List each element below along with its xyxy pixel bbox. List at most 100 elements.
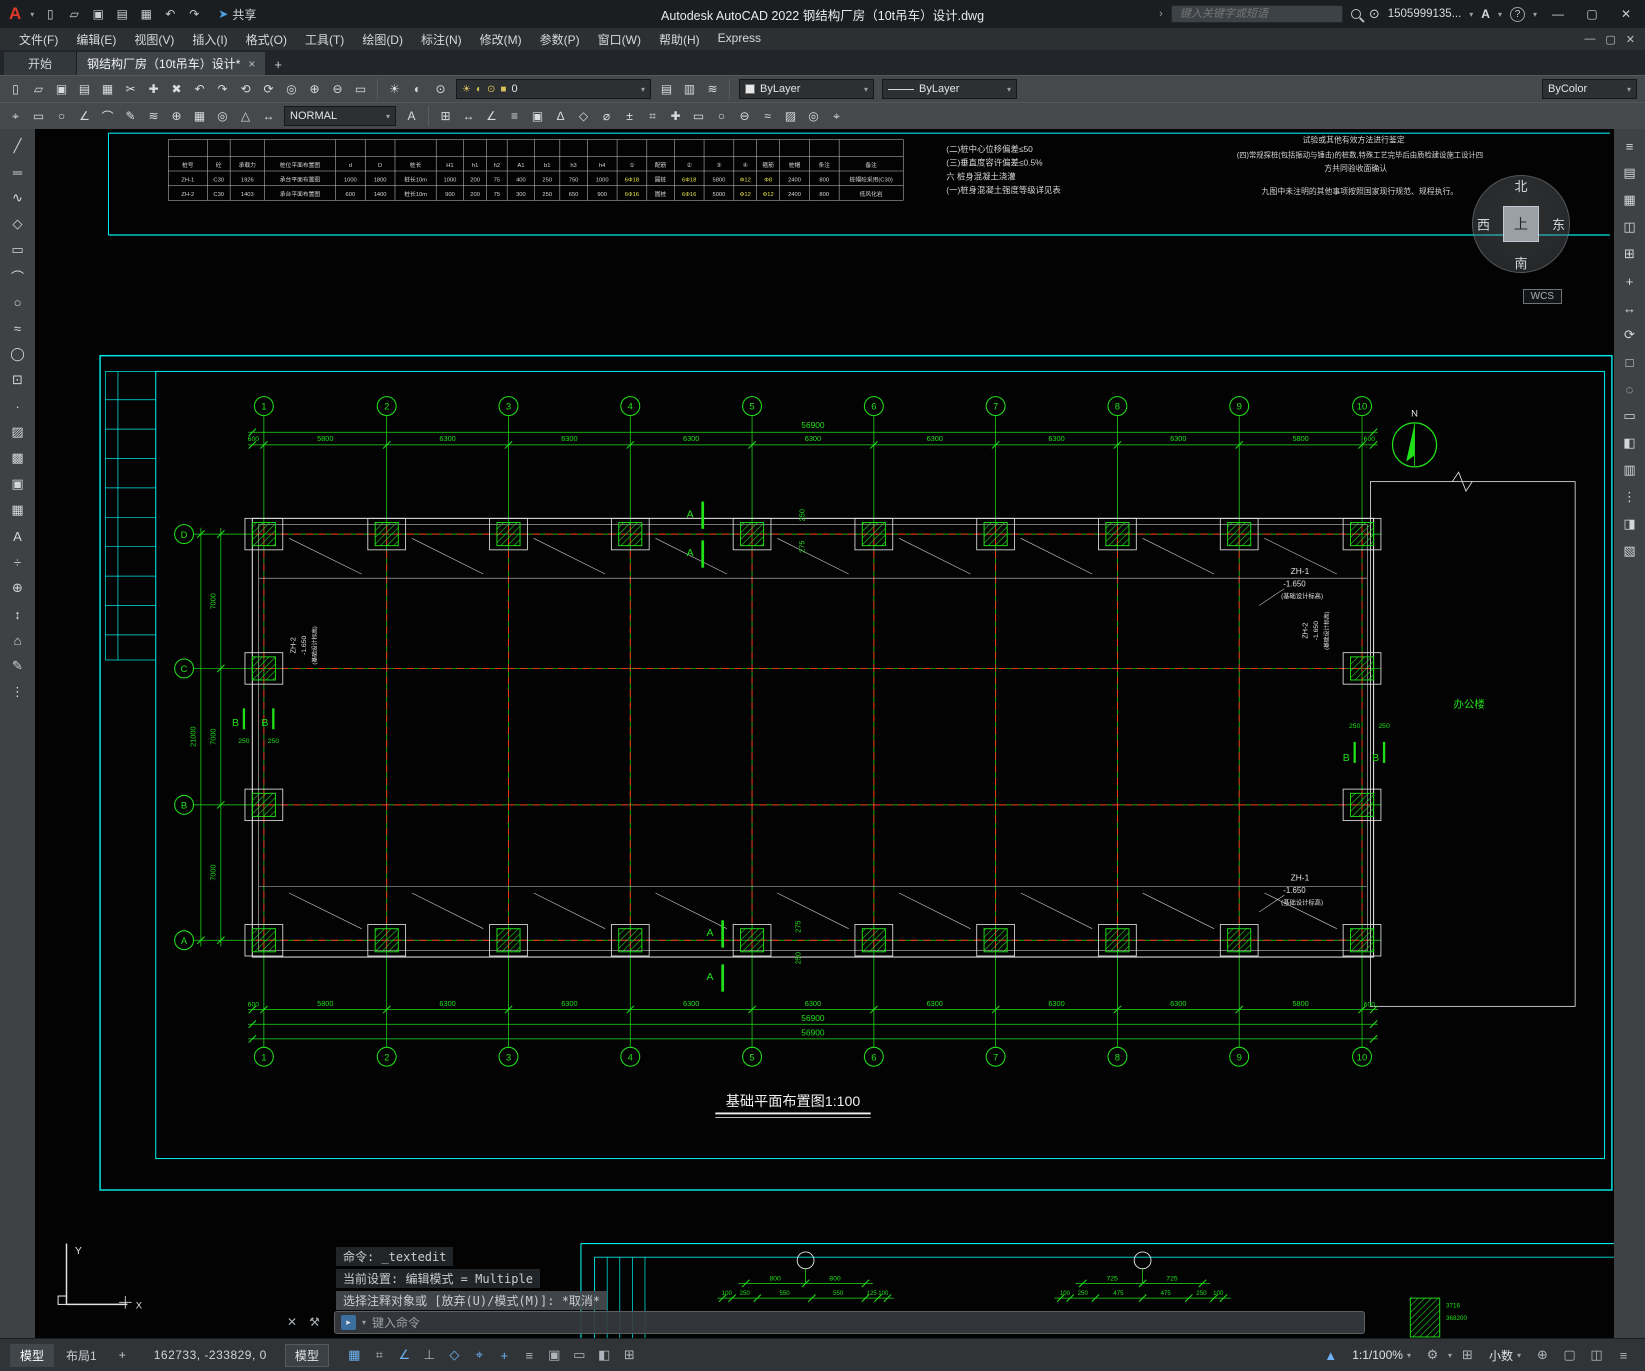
table-icon[interactable]: ▦: [189, 106, 210, 127]
polyline-tool[interactable]: ∿: [6, 187, 30, 209]
redo-icon[interactable]: ↷: [212, 79, 233, 100]
rectangle-icon[interactable]: ▭: [28, 106, 49, 127]
command-input[interactable]: ▸ ▾ 键入命令: [334, 1311, 1365, 1334]
edit-text-icon[interactable]: ✎: [120, 106, 141, 127]
arc-tool[interactable]: ⌒: [6, 265, 30, 287]
viewcube-north[interactable]: 北: [1514, 176, 1527, 195]
pan-icon[interactable]: ⟲: [235, 79, 256, 100]
xline-tool[interactable]: ═: [6, 161, 30, 183]
panel-more-icon[interactable]: ⋮: [1618, 486, 1642, 508]
menu-item-格式(O)[interactable]: 格式(O): [237, 31, 296, 48]
hatch-tool[interactable]: ▨: [6, 421, 30, 443]
workspace-panel-icon[interactable]: ◨: [1618, 513, 1642, 535]
match-properties-icon[interactable]: ≋: [702, 79, 723, 100]
snap-toggle[interactable]: ⌗: [368, 1344, 391, 1366]
dim-break-icon[interactable]: ⊖: [734, 106, 755, 127]
menu-item-编辑(E)[interactable]: 编辑(E): [67, 31, 125, 48]
autocad-logo-icon[interactable]: A: [6, 4, 24, 24]
plotstyle-combo[interactable]: ByColor ▾: [1542, 79, 1637, 99]
dynamic-input-toggle[interactable]: +: [493, 1344, 516, 1366]
doc-restore-icon[interactable]: ▢: [1605, 33, 1615, 46]
dim-circle-icon[interactable]: ○: [711, 106, 732, 127]
multileader-icon[interactable]: ≈: [757, 106, 778, 127]
workspace-switch-icon[interactable]: ⚙: [1421, 1344, 1444, 1366]
transparency-toggle[interactable]: ▣: [543, 1344, 566, 1366]
lock-ui-icon[interactable]: ▢: [1558, 1344, 1581, 1366]
menu-item-视图(V)[interactable]: 视图(V): [125, 31, 183, 48]
annotation-scale-chip[interactable]: 1:1/100% ▾: [1346, 1346, 1417, 1364]
add-panel-icon[interactable]: +: [1618, 270, 1642, 292]
viewport-icon[interactable]: □: [1618, 351, 1642, 373]
document-tab[interactable]: 钢结构厂房（10t吊车）设计* ×: [77, 52, 266, 75]
grid-toggle[interactable]: ▦: [343, 1344, 366, 1366]
materials-panel-icon[interactable]: ▧: [1618, 540, 1642, 562]
move-tool[interactable]: ↕: [6, 603, 30, 625]
new-layout-tab[interactable]: +: [109, 1345, 136, 1365]
qnew-icon[interactable]: ▯: [5, 79, 26, 100]
insert-block-tool[interactable]: ⊡: [6, 369, 30, 391]
menu-item-帮助(H)[interactable]: 帮助(H): [650, 31, 709, 48]
search-expand-icon[interactable]: ›: [1159, 8, 1163, 20]
start-tab[interactable]: 开始: [4, 52, 78, 75]
dim-linear-icon[interactable]: ↔: [458, 106, 479, 127]
orbit-icon[interactable]: ⟳: [258, 79, 279, 100]
edit-tool[interactable]: ✎: [6, 655, 30, 677]
qsave-icon[interactable]: ▣: [51, 79, 72, 100]
viewcube-south[interactable]: 南: [1514, 253, 1527, 272]
arc-icon[interactable]: ⌒: [97, 106, 118, 127]
zoom-realtime-icon[interactable]: ◎: [281, 79, 302, 100]
open-file-icon[interactable]: ▱: [64, 7, 84, 21]
menu-item-标注(N)[interactable]: 标注(N): [412, 31, 471, 48]
sync-icon[interactable]: ⟳: [1618, 324, 1642, 346]
xref-panel-icon[interactable]: ⊞: [1618, 243, 1642, 265]
divide-tool[interactable]: ÷: [6, 551, 30, 573]
named-views-icon[interactable]: ▭: [1618, 405, 1642, 427]
center-mark-icon[interactable]: ◎: [212, 106, 233, 127]
layer-properties-icon[interactable]: ▤: [656, 79, 677, 100]
erase-icon[interactable]: ✖: [166, 79, 187, 100]
doc-minimize-icon[interactable]: —: [1584, 33, 1595, 46]
viewcube-west[interactable]: 西: [1477, 215, 1490, 234]
stretch-icon[interactable]: ↔: [258, 106, 279, 127]
angle-icon[interactable]: ∠: [74, 106, 95, 127]
units-chip[interactable]: 小数 ▾: [1483, 1345, 1527, 1366]
linetype-combo[interactable]: ByLayer ▾: [882, 79, 1017, 99]
menu-item-参数(P)[interactable]: 参数(P): [531, 31, 589, 48]
logo-caret-icon[interactable]: ▾: [30, 10, 34, 19]
viewcube[interactable]: 北 西 东 南 上: [1472, 175, 1570, 273]
dim-update-icon[interactable]: ⌖: [826, 106, 847, 127]
tolerance-icon[interactable]: ∆: [550, 106, 571, 127]
table-tool[interactable]: ▦: [6, 499, 30, 521]
sheetset-panel-icon[interactable]: ◫: [1618, 216, 1642, 238]
groups-icon[interactable]: ▥: [1618, 459, 1642, 481]
dim-box-icon[interactable]: ▭: [688, 106, 709, 127]
layer-on-icon[interactable]: ☀: [384, 79, 405, 100]
account-id[interactable]: 1505999135...: [1388, 8, 1462, 20]
command-customize-icon[interactable]: ⚒: [309, 1315, 320, 1329]
mleader-style-icon[interactable]: ▨: [780, 106, 801, 127]
drawing-canvas-bg[interactable]: [35, 129, 1614, 1338]
base-tool[interactable]: ⌂: [6, 629, 30, 651]
combo-caret-icon[interactable]: ▾: [1627, 85, 1631, 94]
drawing-area[interactable]: 桩号砼承载力 桩位平面布置图 d D 桩长 H1 h1 h2 A1 b1 h3 h4 ① 配筋 ② ③ ④ 箍筋桩…: [35, 129, 1614, 1338]
doc-close-icon[interactable]: ✕: [1626, 33, 1635, 46]
hatch-icon[interactable]: ≋: [143, 106, 164, 127]
menu-item-Express[interactable]: Express: [709, 31, 770, 48]
menu-item-修改(M)[interactable]: 修改(M): [471, 31, 531, 48]
tab-close-icon[interactable]: ×: [248, 57, 255, 71]
menu-item-窗口(W)[interactable]: 窗口(W): [589, 31, 650, 48]
dim-baseline-icon[interactable]: ≡: [504, 106, 525, 127]
osnap-toggle[interactable]: ◇: [443, 1344, 466, 1366]
account-caret-icon[interactable]: ▾: [1469, 10, 1473, 19]
more-tools[interactable]: ⋮: [6, 681, 30, 703]
minimize-button[interactable]: —: [1545, 7, 1571, 21]
ortho-toggle[interactable]: ⊥: [418, 1344, 441, 1366]
layer-lock-icon[interactable]: ⊙: [430, 79, 451, 100]
gradient-tool[interactable]: ▩: [6, 447, 30, 469]
cut-icon[interactable]: ✂: [120, 79, 141, 100]
dim-diameter-icon[interactable]: ◇: [573, 106, 594, 127]
zoom-window-icon[interactable]: ▭: [350, 79, 371, 100]
save-as-icon[interactable]: ▤: [74, 79, 95, 100]
combo-caret-icon[interactable]: ▾: [864, 85, 868, 94]
model-paper-toggle[interactable]: 模型: [284, 1343, 329, 1367]
